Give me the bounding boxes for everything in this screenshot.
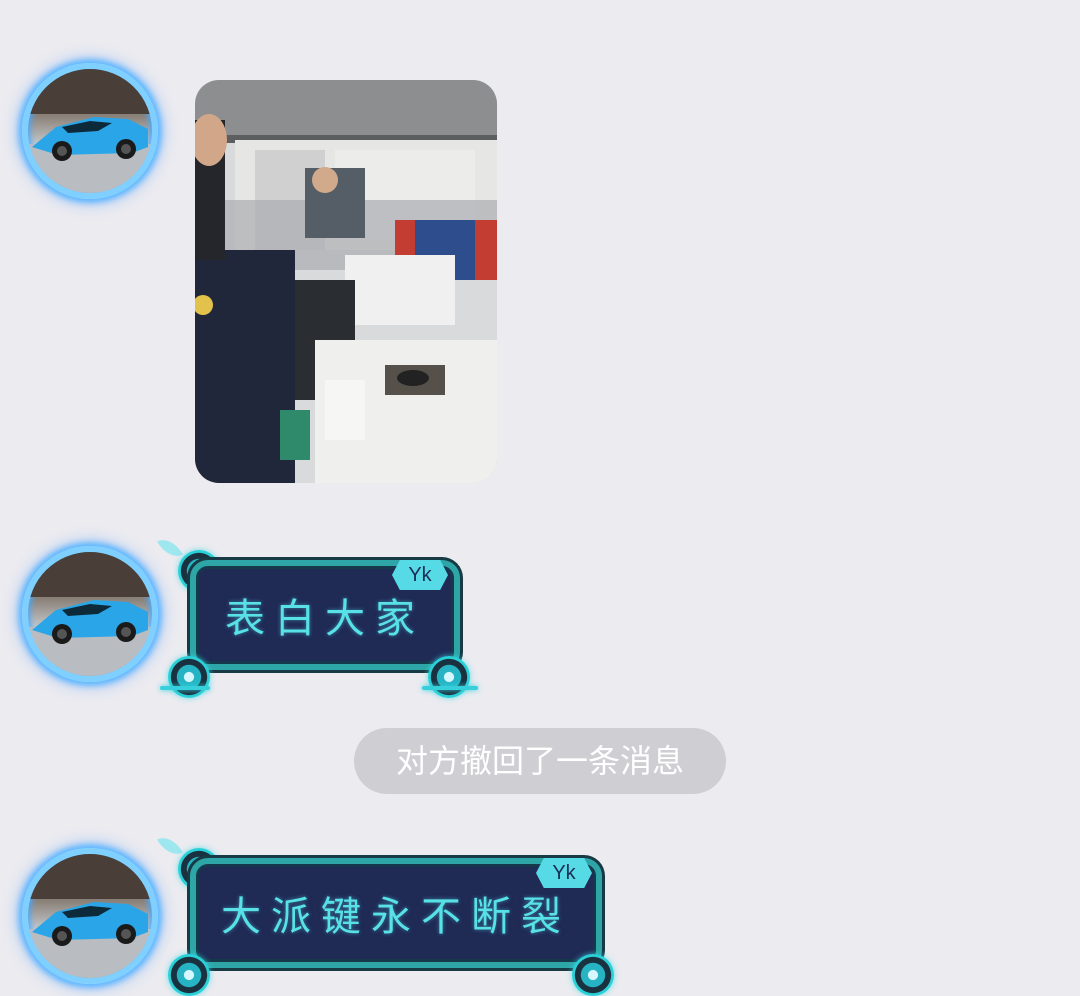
corner-ring-icon: [428, 656, 470, 698]
glow-line-decoration: [160, 686, 210, 690]
text-message-bubble[interactable]: 大派键永不断裂 Yk: [157, 831, 620, 996]
corner-ring-icon: [168, 954, 210, 996]
text-message-bubble[interactable]: 表白大家 Yk: [157, 533, 478, 698]
sports-car-image: [28, 69, 152, 193]
glow-line-decoration: [422, 686, 478, 690]
sender-avatar[interactable]: [22, 848, 158, 984]
leaf-decoration-icon: [157, 533, 183, 563]
recalled-message-notice: 对方撤回了一条消息: [354, 728, 726, 794]
sender-avatar[interactable]: [22, 63, 158, 199]
message-text: 大派键永不断裂: [221, 894, 571, 940]
message-text: 表白大家: [225, 596, 425, 642]
sender-avatar[interactable]: [22, 546, 158, 682]
office-photo: [195, 80, 497, 483]
yk-badge: Yk: [392, 560, 448, 590]
image-message[interactable]: [195, 80, 497, 483]
corner-ring-icon: [572, 954, 614, 996]
leaf-decoration-icon: [157, 831, 183, 861]
corner-ring-icon: [168, 656, 210, 698]
sports-car-image: [28, 854, 152, 978]
sports-car-image: [28, 552, 152, 676]
yk-badge: Yk: [536, 858, 592, 888]
